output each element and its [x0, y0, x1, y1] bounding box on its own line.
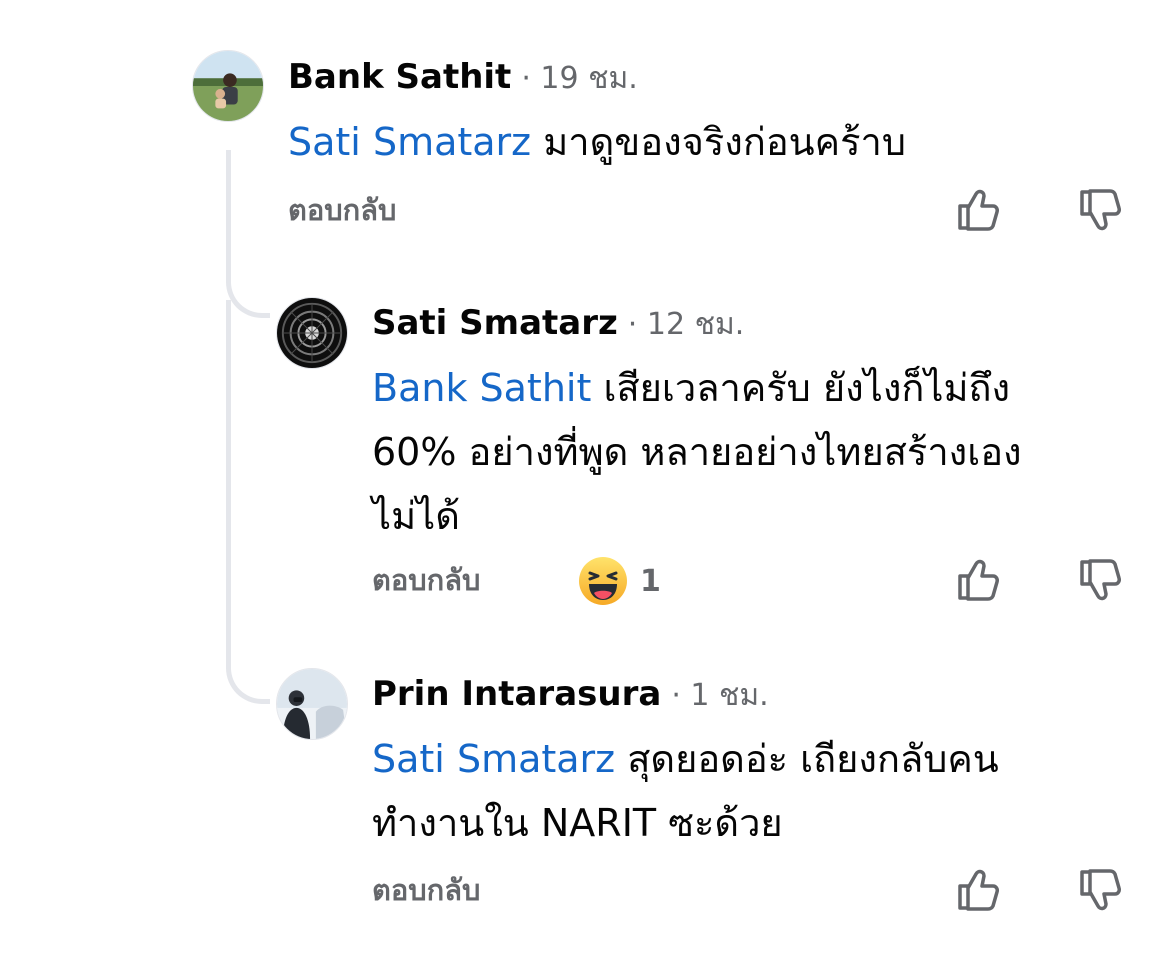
- comment-timestamp[interactable]: · 19 ชม.: [521, 61, 637, 96]
- dislike-button[interactable]: [1072, 862, 1128, 918]
- avatar-photo-park: [193, 51, 263, 121]
- thumbs-down-icon: [1080, 559, 1121, 601]
- avatar-photo-tunnel: [277, 298, 347, 368]
- dislike-button[interactable]: [1072, 552, 1128, 608]
- comment-text-line: เสียเวลาครับ ยังไงก็ไม่ถึง: [591, 366, 1011, 410]
- comment-timestamp[interactable]: · 12 ชม.: [628, 307, 744, 342]
- mention-link[interactable]: Bank Sathit: [372, 366, 591, 410]
- avatar[interactable]: [192, 50, 264, 122]
- avatar-photo-outdoor: [277, 669, 347, 739]
- comment-text-line: 60% อย่างที่พูด หลายอย่างไทยสร้างเอง: [372, 430, 1022, 474]
- reaction-count: 1: [640, 563, 661, 599]
- thumbs-down-icon: [1080, 189, 1121, 231]
- thumbs-up-icon: [958, 189, 999, 231]
- reply-button[interactable]: ตอบกลับ: [288, 196, 396, 225]
- reply-button[interactable]: ตอบกลับ: [372, 566, 480, 595]
- mention-link[interactable]: Sati Smatarz: [288, 120, 531, 164]
- reaction-summary[interactable]: 1: [578, 556, 661, 606]
- comment-text: Sati Smatarz มาดูของจริงก่อนคร้าบ: [288, 110, 906, 174]
- comment-text: Sati Smatarz สุดยอดอ่ะ เถียงกลับคน ทำงาน…: [372, 727, 999, 855]
- comment-text-line: ทำงานใน NARIT ซะด้วย: [372, 801, 783, 845]
- like-button[interactable]: [950, 552, 1006, 608]
- mention-link[interactable]: Sati Smatarz: [372, 737, 615, 781]
- thumbs-down-icon: [1080, 869, 1121, 911]
- comment-author[interactable]: Prin Intarasura: [372, 674, 661, 714]
- thumbs-up-icon: [958, 559, 999, 601]
- comment-author[interactable]: Bank Sathit: [288, 57, 511, 97]
- thread-connector-line: [226, 300, 270, 704]
- comment-text-line: ไม่ได้: [372, 494, 460, 538]
- thread-connector-line: [226, 150, 270, 318]
- comment-text-line: สุดยอดอ่ะ เถียงกลับคน: [615, 737, 999, 781]
- reply-button[interactable]: ตอบกลับ: [372, 876, 480, 905]
- comment-text-line: มาดูของจริงก่อนคร้าบ: [531, 120, 906, 164]
- like-button[interactable]: [950, 182, 1006, 238]
- avatar[interactable]: [276, 297, 348, 369]
- dislike-button[interactable]: [1072, 182, 1128, 238]
- comment-author[interactable]: Sati Smatarz: [372, 303, 618, 343]
- avatar[interactable]: [276, 668, 348, 740]
- thumbs-up-icon: [958, 869, 999, 911]
- haha-emoji-icon: [579, 557, 627, 605]
- comment-timestamp[interactable]: · 1 ชม.: [671, 678, 768, 713]
- comment-text: Bank Sathit เสียเวลาครับ ยังไงก็ไม่ถึง 6…: [372, 356, 1022, 548]
- like-button[interactable]: [950, 862, 1006, 918]
